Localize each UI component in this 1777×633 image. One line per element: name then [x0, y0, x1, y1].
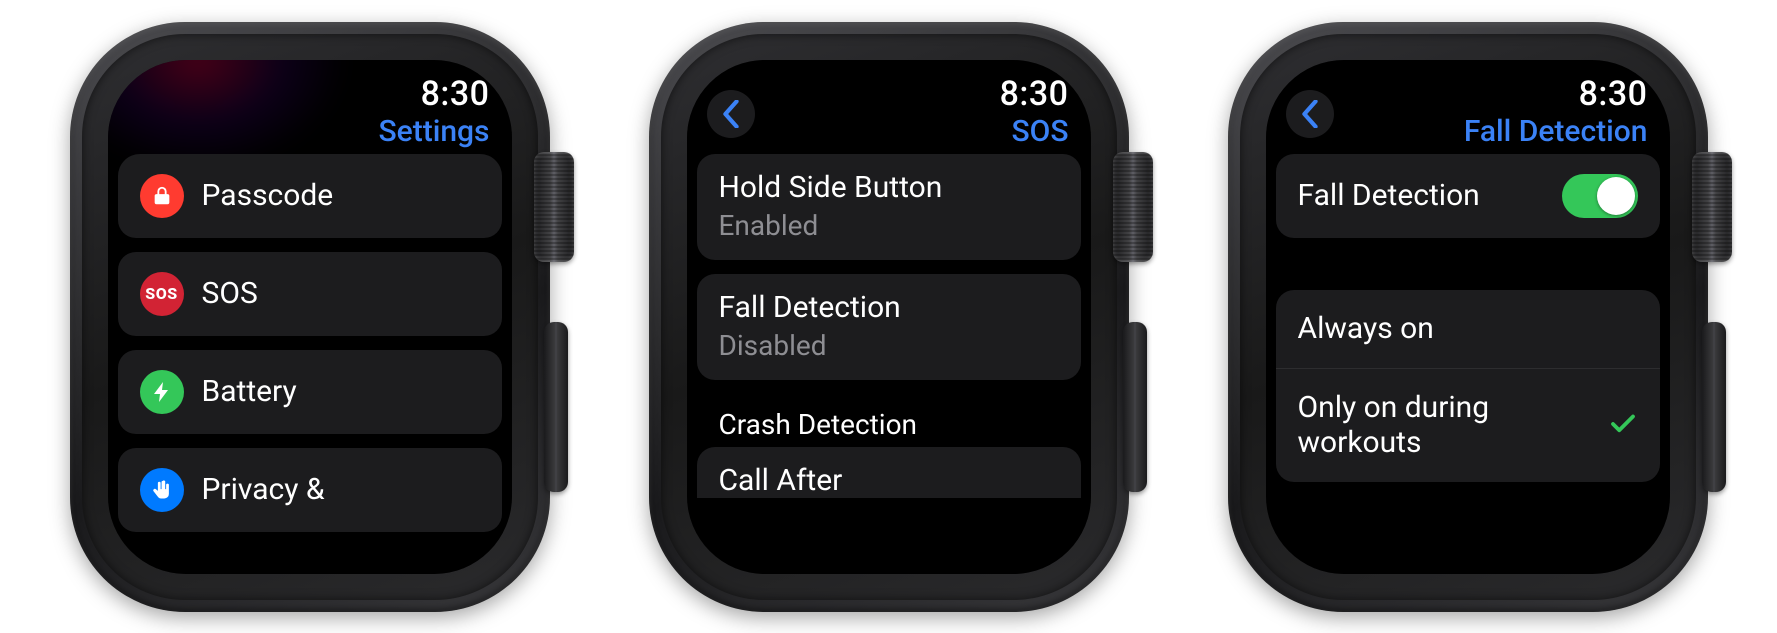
- settings-item-passcode[interactable]: Passcode: [118, 154, 502, 238]
- digital-crown[interactable]: [1113, 152, 1153, 262]
- row-primary: Fall Detection: [719, 290, 1059, 325]
- row-primary: Hold Side Button: [719, 170, 1059, 205]
- bolt-icon: [140, 370, 184, 414]
- toggle-label: Fall Detection: [1298, 178, 1480, 213]
- screen-title: SOS: [1012, 114, 1069, 149]
- digital-crown[interactable]: [534, 152, 574, 262]
- fall-detection-toggle-row[interactable]: Fall Detection: [1276, 154, 1660, 238]
- sos-icon-text: SOS: [145, 284, 177, 303]
- row-primary: Call After: [719, 463, 1059, 498]
- side-button[interactable]: [544, 322, 568, 492]
- topbar: 8:30 SOS: [687, 74, 1069, 154]
- fall-detection-content[interactable]: Fall Detection Always on Only on during …: [1276, 154, 1660, 574]
- checkmark-icon: [1608, 409, 1638, 443]
- watch-screen: 8:30 Fall Detection Fall Detection Alway…: [1266, 60, 1670, 574]
- option-always-on[interactable]: Always on: [1276, 290, 1660, 369]
- screen-title: Settings: [378, 114, 489, 149]
- time: 8:30: [1000, 74, 1069, 114]
- topbar: 8:30 Fall Detection: [1266, 74, 1648, 154]
- fall-detection-toggle[interactable]: [1562, 174, 1638, 218]
- sos-item-call-after[interactable]: Call After: [697, 447, 1081, 498]
- watch-sos: 8:30 SOS Hold Side Button Enabled Fall D…: [649, 22, 1129, 612]
- settings-item-sos[interactable]: SOS SOS: [118, 252, 502, 336]
- section-header-crash-detection: Crash Detection: [697, 394, 1081, 447]
- option-only-workouts[interactable]: Only on during workouts: [1276, 368, 1660, 482]
- toggle-knob: [1597, 177, 1635, 215]
- stage: 8:30 Settings Passcode SOS SOS: [0, 0, 1777, 633]
- watch-screen: 8:30 SOS Hold Side Button Enabled Fall D…: [687, 60, 1091, 574]
- time: 8:30: [421, 74, 490, 114]
- topbar: 8:30 Settings: [108, 74, 490, 154]
- fall-detection-options: Always on Only on during workouts: [1276, 290, 1660, 483]
- settings-item-label: SOS: [202, 276, 258, 311]
- sos-item-fall-detection[interactable]: Fall Detection Disabled: [697, 274, 1081, 380]
- watch-settings: 8:30 Settings Passcode SOS SOS: [70, 22, 550, 612]
- lock-icon: [140, 174, 184, 218]
- settings-item-battery[interactable]: Battery: [118, 350, 502, 434]
- settings-item-label: Passcode: [202, 178, 334, 213]
- sos-list[interactable]: Hold Side Button Enabled Fall Detection …: [697, 154, 1081, 574]
- watch-screen: 8:30 Settings Passcode SOS SOS: [108, 60, 512, 574]
- option-label: Only on during workouts: [1298, 391, 1592, 460]
- settings-item-privacy[interactable]: Privacy &: [118, 448, 502, 532]
- settings-item-label: Privacy &: [202, 472, 325, 507]
- option-label: Always on: [1298, 312, 1434, 347]
- settings-list[interactable]: Passcode SOS SOS Battery: [118, 154, 502, 574]
- hand-icon: [140, 468, 184, 512]
- screen-title: Fall Detection: [1464, 114, 1648, 149]
- settings-item-label: Battery: [202, 374, 297, 409]
- side-button[interactable]: [1702, 322, 1726, 492]
- sos-icon: SOS: [140, 272, 184, 316]
- digital-crown[interactable]: [1692, 152, 1732, 262]
- row-secondary: Enabled: [719, 209, 1059, 242]
- sos-item-hold-side-button[interactable]: Hold Side Button Enabled: [697, 154, 1081, 260]
- watch-fall-detection: 8:30 Fall Detection Fall Detection Alway…: [1228, 22, 1708, 612]
- row-secondary: Disabled: [719, 329, 1059, 362]
- side-button[interactable]: [1123, 322, 1147, 492]
- time: 8:30: [1579, 74, 1648, 114]
